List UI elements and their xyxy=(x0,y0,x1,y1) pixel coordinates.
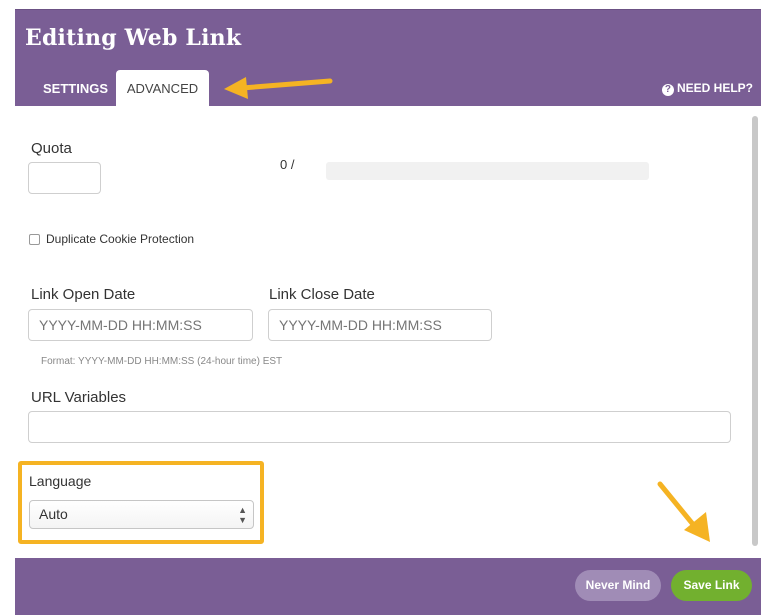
annotation-arrow-down-icon xyxy=(657,481,710,542)
language-select[interactable]: Auto ▲ ▼ xyxy=(29,500,254,529)
never-mind-button[interactable]: Never Mind xyxy=(575,570,661,601)
annotation-arrow-left-icon xyxy=(224,77,333,99)
dialog-footer: Never Mind Save Link xyxy=(15,558,761,615)
link-close-date-input[interactable] xyxy=(268,309,492,341)
window-left-edge xyxy=(0,9,15,615)
need-help-link[interactable]: ? NEED HELP? xyxy=(661,70,753,107)
need-help-label: NEED HELP? xyxy=(676,81,753,95)
language-label: Language xyxy=(29,473,92,489)
quota-input[interactable] xyxy=(28,162,101,194)
duplicate-cookie-checkbox[interactable] xyxy=(29,234,40,245)
save-link-button[interactable]: Save Link xyxy=(671,570,752,601)
vertical-scrollbar[interactable] xyxy=(752,116,758,546)
link-open-date-input[interactable] xyxy=(28,309,253,341)
quota-count: 0 / xyxy=(280,157,295,172)
tab-settings[interactable]: SETTINGS xyxy=(33,70,118,107)
dialog-header: Editing Web Link SETTINGS ADVANCED ? NEED… xyxy=(15,9,761,107)
quota-progress-bar xyxy=(326,162,649,180)
link-open-date-label: Link Open Date xyxy=(31,286,136,303)
url-variables-input[interactable] xyxy=(28,411,731,443)
link-close-date-label: Link Close Date xyxy=(269,286,375,303)
dialog-title: Editing Web Link xyxy=(25,25,242,51)
tab-advanced[interactable]: ADVANCED xyxy=(116,70,209,107)
question-circle-icon: ? xyxy=(661,84,674,96)
url-variables-label: URL Variables xyxy=(31,389,127,406)
duplicate-cookie-label: Duplicate Cookie Protection xyxy=(46,232,195,246)
language-highlight-box: Language Auto ▲ ▼ xyxy=(18,461,264,544)
window-top-edge xyxy=(0,0,761,9)
quota-label: Quota xyxy=(31,140,72,157)
date-format-hint: Format: YYYY-MM-DD HH:MM:SS (24-hour tim… xyxy=(41,356,283,367)
language-selected-value: Auto xyxy=(39,506,68,522)
select-arrows-icon: ▲ ▼ xyxy=(238,505,247,525)
